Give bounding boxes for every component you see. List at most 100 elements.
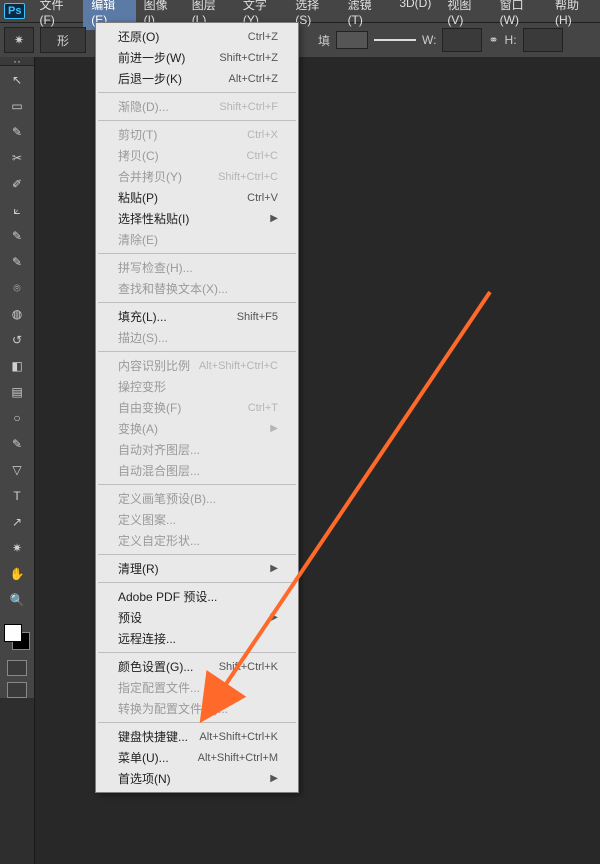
menu-item-shortcut: Ctrl+C	[247, 150, 278, 162]
tool-15[interactable]: ▽	[5, 458, 29, 482]
menu-item-shortcut: Shift+Ctrl+C	[218, 171, 278, 183]
menu-item-shortcut: Shift+Ctrl+Z	[219, 52, 278, 64]
menu-item[interactable]: 远程连接...	[96, 628, 298, 649]
menu-item: 描边(S)...	[96, 327, 298, 348]
menu-item-label: 后退一步(K)	[118, 70, 182, 87]
menu-item: 转换为配置文件(V)...	[96, 698, 298, 719]
menu-item-shortcut: Alt+Ctrl+Z	[228, 73, 278, 85]
menu-item-shortcut: Alt+Shift+Ctrl+M	[198, 752, 278, 764]
menu-item[interactable]: Adobe PDF 预设...	[96, 586, 298, 607]
menu-item[interactable]: 还原(O) Ctrl+Z	[96, 26, 298, 47]
menu-item-shortcut: Ctrl+Z	[248, 31, 278, 43]
menu-item[interactable]: 后退一步(K) Alt+Ctrl+Z	[96, 68, 298, 89]
tool-4[interactable]: ✐	[5, 172, 29, 196]
tool-16[interactable]: T	[5, 484, 29, 508]
tool-9[interactable]: ◍	[5, 302, 29, 326]
menu-item: 自由变换(F) Ctrl+T	[96, 397, 298, 418]
menu-separator	[98, 484, 296, 485]
menubar-item-6[interactable]: 滤镜(T)	[340, 0, 392, 30]
w-label: W:	[422, 33, 436, 47]
menu-item-label: 变换(A)	[118, 420, 158, 437]
submenu-arrow-icon: ▶	[270, 773, 278, 784]
menu-item[interactable]: 前进一步(W) Shift+Ctrl+Z	[96, 47, 298, 68]
menu-separator	[98, 92, 296, 93]
menu-item-shortcut: Shift+F5	[237, 311, 278, 323]
tool-10[interactable]: ↺	[5, 328, 29, 352]
menubar-item-9[interactable]: 窗口(W)	[492, 0, 547, 30]
tool-1[interactable]: ▭	[5, 94, 29, 118]
menubar-item-0[interactable]: 文件(F)	[31, 0, 83, 30]
menu-item-label: 键盘快捷键...	[118, 728, 188, 745]
menu-item-label: 查找和替换文本(X)...	[118, 280, 228, 297]
menubar-item-10[interactable]: 帮助(H)	[547, 0, 600, 30]
menu-item-shortcut: Ctrl+V	[247, 192, 278, 204]
tool-11[interactable]: ◧	[5, 354, 29, 378]
menu-item-label: 颜色设置(G)...	[118, 658, 193, 675]
tool-8[interactable]: ⌾	[5, 276, 29, 300]
menu-item[interactable]: 键盘快捷键...Alt+Shift+Ctrl+K	[96, 726, 298, 747]
menu-separator	[98, 351, 296, 352]
tool-13[interactable]: ○	[5, 406, 29, 430]
color-swatches[interactable]	[4, 624, 30, 650]
menu-item-label: 菜单(U)...	[118, 749, 169, 766]
menu-item-label: 内容识别比例	[118, 357, 190, 374]
tool-17[interactable]: ↗	[5, 510, 29, 534]
menu-item-label: 自由变换(F)	[118, 399, 181, 416]
tool-2[interactable]: ✎	[5, 120, 29, 144]
tool-6[interactable]: ✎	[5, 224, 29, 248]
tool-5[interactable]: ⟀	[5, 198, 29, 222]
quickmask-button[interactable]	[7, 660, 27, 676]
tool-18[interactable]: ✷	[5, 536, 29, 560]
height-input[interactable]	[523, 28, 563, 52]
menu-item[interactable]: 预设 ▶	[96, 607, 298, 628]
tool-0[interactable]: ↖	[5, 68, 29, 92]
menu-item[interactable]: 菜单(U)... Alt+Shift+Ctrl+M	[96, 747, 298, 768]
menu-item-shortcut: Ctrl+X	[247, 129, 278, 141]
toolbox: ·· ↖▭✎✂✐⟀✎✎⌾◍↺◧▤○✎▽T↗✷✋🔍	[0, 57, 35, 698]
menu-item-label: 选择性粘贴(I)	[118, 210, 189, 227]
menu-item[interactable]: 选择性粘贴(I)▶	[96, 208, 298, 229]
menu-item-label: Adobe PDF 预设...	[118, 588, 217, 605]
menu-separator	[98, 554, 296, 555]
menu-item-label: 还原(O)	[118, 28, 159, 45]
tool-20[interactable]: 🔍	[5, 588, 29, 612]
shape-mode-select[interactable]: 形	[40, 27, 86, 53]
submenu-arrow-icon: ▶	[270, 612, 278, 623]
menu-item-label: 清除(E)	[118, 231, 158, 248]
menu-item-label: 前进一步(W)	[118, 49, 185, 66]
tool-3[interactable]: ✂	[5, 146, 29, 170]
tool-12[interactable]: ▤	[5, 380, 29, 404]
menu-item[interactable]: 填充(L)...Shift+F5	[96, 306, 298, 327]
menubar-item-8[interactable]: 视图(V)	[439, 0, 491, 30]
stroke-sample[interactable]	[374, 39, 416, 41]
menubar: Ps 文件(F)编辑(E)图像(I)图层(L)文字(Y)选择(S)滤镜(T)3D…	[0, 0, 600, 23]
menu-item-label: 渐隐(D)...	[118, 98, 169, 115]
screenmode-button[interactable]	[7, 682, 27, 698]
menu-item-label: 预设	[118, 609, 142, 626]
menu-separator	[98, 652, 296, 653]
toolbox-handle[interactable]: ··	[0, 57, 34, 66]
menu-item[interactable]: 粘贴(P)Ctrl+V	[96, 187, 298, 208]
tool-preset-icon[interactable]: ✷	[4, 27, 34, 53]
tool-19[interactable]: ✋	[5, 562, 29, 586]
menu-item: 内容识别比例Alt+Shift+Ctrl+C	[96, 355, 298, 376]
fg-color[interactable]	[4, 624, 22, 642]
menu-item-shortcut: Ctrl+T	[248, 402, 278, 414]
tool-14[interactable]: ✎	[5, 432, 29, 456]
menu-item-label: 定义图案...	[118, 511, 176, 528]
menu-separator	[98, 120, 296, 121]
menu-item[interactable]: 颜色设置(G)...Shift+Ctrl+K	[96, 656, 298, 677]
tool-7[interactable]: ✎	[5, 250, 29, 274]
menu-item[interactable]: 首选项(N)▶	[96, 768, 298, 789]
fill-swatch[interactable]	[336, 31, 368, 49]
link-icon[interactable]: ⚭	[488, 33, 498, 47]
menu-item: 渐隐(D)...Shift+Ctrl+F	[96, 96, 298, 117]
menu-item-label: 清理(R)	[118, 560, 159, 577]
menu-item-label: 合并拷贝(Y)	[118, 168, 182, 185]
menu-item[interactable]: 清理(R)▶	[96, 558, 298, 579]
menu-item-label: 定义画笔预设(B)...	[118, 490, 216, 507]
app-logo: Ps	[4, 2, 25, 20]
menu-item: 清除(E)	[96, 229, 298, 250]
width-input[interactable]	[442, 28, 482, 52]
menubar-item-7[interactable]: 3D(D)	[391, 0, 439, 30]
